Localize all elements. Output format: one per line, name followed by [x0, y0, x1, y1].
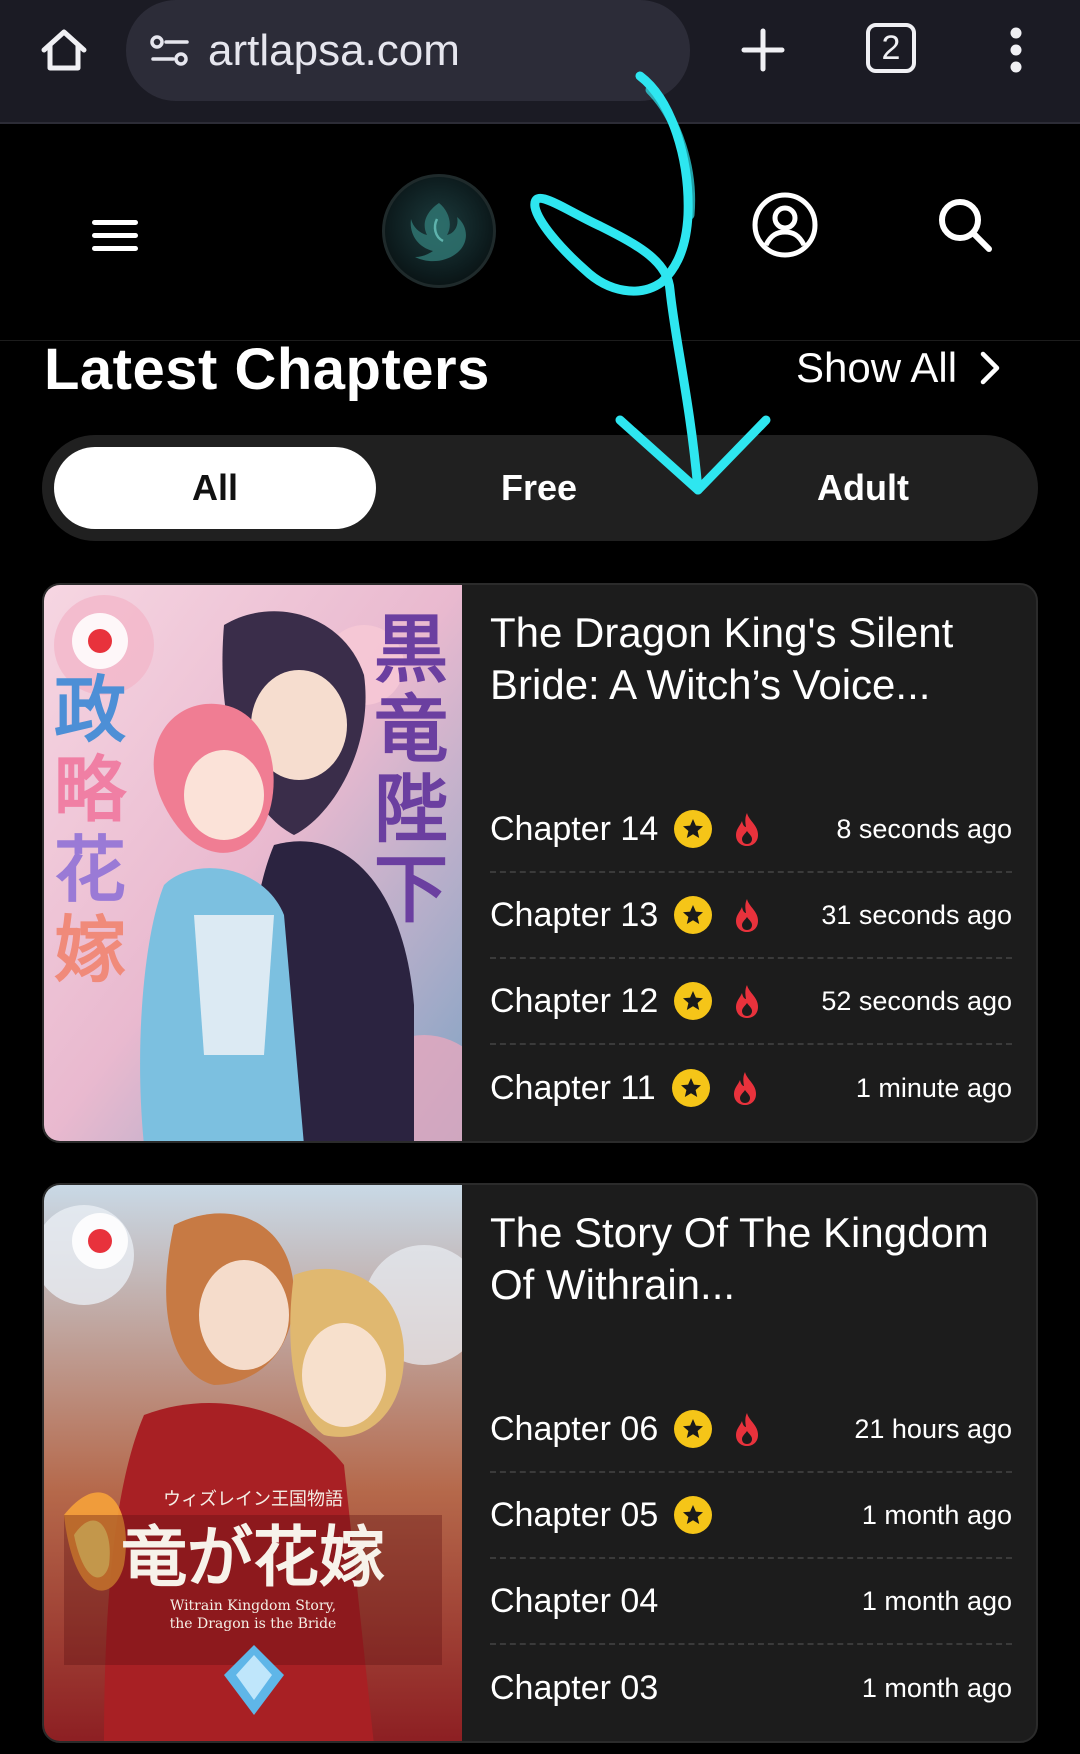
series-title[interactable]: The Dragon King's Silent Bride: A Witch’… [490, 607, 1010, 711]
chapter-time: 1 month ago [861, 1585, 1012, 1616]
section-title: Latest Chapters [44, 337, 490, 402]
chapter-label[interactable]: Chapter 05 [490, 1496, 658, 1535]
chapter-row[interactable]: Chapter 06 21 hours ago [490, 1387, 1012, 1473]
svg-text:下: 下 [374, 847, 448, 933]
status-dot-badge [72, 613, 128, 669]
svg-text:嫁: 嫁 [54, 907, 126, 992]
star-icon [674, 810, 713, 848]
chapter-list: Chapter 06 21 hours ago Chapter 05 1 mon… [490, 1387, 1012, 1731]
chapter-label[interactable]: Chapter 03 [490, 1669, 658, 1708]
svg-text:竜が花嫁: 竜が花嫁 [121, 1518, 385, 1596]
fire-icon [730, 982, 764, 1020]
more-vert-icon [1010, 27, 1022, 73]
search-icon [939, 199, 992, 252]
browser-toolbar: artlapsa.com 2 [0, 0, 1080, 124]
svg-text:the Dragon is the Bride: the Dragon is the Bride [170, 1616, 337, 1632]
fire-icon [730, 1410, 764, 1448]
svg-text:陛: 陛 [374, 767, 448, 853]
svg-text:政: 政 [54, 667, 126, 752]
account-button[interactable] [748, 188, 822, 262]
address-bar[interactable]: artlapsa.com [126, 0, 690, 101]
svg-text:略: 略 [54, 747, 128, 832]
plus-icon [741, 28, 785, 72]
series-title[interactable]: The Story Of The Kingdom Of Withrain... [490, 1207, 1010, 1311]
tab-switcher-button[interactable]: 2 [866, 23, 916, 73]
chevron-right-icon [980, 351, 1000, 385]
star-icon [671, 1069, 710, 1107]
chapter-row[interactable]: Chapter 14 8 seconds ago [490, 787, 1012, 873]
chapter-label[interactable]: Chapter 06 [490, 1410, 658, 1449]
series-cover-image[interactable]: 政 略 花 嫁 黒 竜 陛 下 [44, 585, 494, 1141]
tab-count: 2 [881, 28, 901, 67]
chapter-row[interactable]: Chapter 11 1 minute ago [490, 1045, 1012, 1131]
chapter-label[interactable]: Chapter 11 [490, 1069, 656, 1108]
chapter-time: 1 month ago [861, 1672, 1012, 1703]
chapter-label[interactable]: Chapter 13 [490, 896, 658, 935]
series-cover-image[interactable]: ウィズレイン王国物語 竜が花嫁 Witrain Kingdom Story, t… [44, 1185, 484, 1741]
chapter-row[interactable]: Chapter 04 1 month ago [490, 1559, 1012, 1645]
menu-button[interactable] [80, 206, 150, 266]
show-all-link[interactable]: Show All [796, 344, 1001, 392]
site-logo[interactable] [382, 174, 496, 288]
star-icon [674, 896, 713, 934]
chapter-time: 52 seconds ago [821, 985, 1012, 1016]
svg-text:花: 花 [54, 827, 126, 912]
home-button[interactable] [34, 20, 94, 80]
chapter-row[interactable]: Chapter 05 1 month ago [490, 1473, 1012, 1559]
fire-icon [730, 810, 764, 848]
chapter-row[interactable]: Chapter 12 52 seconds ago [490, 959, 1012, 1045]
svg-text:ウィズレイン王国物語: ウィズレイン王国物語 [163, 1489, 343, 1510]
series-card[interactable]: ウィズレイン王国物語 竜が花嫁 Witrain Kingdom Story, t… [42, 1183, 1038, 1743]
home-icon [41, 29, 87, 71]
series-card[interactable]: 政 略 花 嫁 黒 竜 陛 下 The Dragon King's Silent… [42, 583, 1038, 1143]
tab-free[interactable]: Free [378, 447, 700, 529]
chapter-time: 31 seconds ago [821, 899, 1012, 930]
search-button[interactable] [930, 188, 1000, 262]
chapter-row[interactable]: Chapter 13 31 seconds ago [490, 873, 1012, 959]
chapter-list: Chapter 14 8 seconds ago Chapter 13 31 s… [490, 787, 1012, 1131]
chapter-time: 1 month ago [861, 1499, 1012, 1530]
tab-all[interactable]: All [54, 447, 376, 529]
fire-icon [728, 1069, 762, 1107]
status-dot-badge [72, 1213, 128, 1269]
chapter-time: 21 hours ago [854, 1413, 1012, 1444]
star-icon [674, 1496, 713, 1534]
show-all-label[interactable]: Show All [796, 344, 957, 392]
star-icon [674, 982, 713, 1020]
filter-tabs: All Free Adult [42, 435, 1038, 541]
browser-menu-button[interactable] [996, 20, 1036, 80]
svg-text:黒: 黒 [374, 607, 448, 693]
chapter-time: 1 minute ago [855, 1072, 1012, 1103]
site-settings-icon[interactable] [148, 29, 192, 73]
chapter-label[interactable]: Chapter 04 [490, 1582, 658, 1621]
star-icon [674, 1410, 713, 1448]
svg-text:Witrain Kingdom Story,: Witrain Kingdom Story, [170, 1598, 336, 1614]
tab-adult[interactable]: Adult [702, 447, 1024, 529]
svg-text:竜: 竜 [374, 687, 448, 773]
url-text[interactable]: artlapsa.com [208, 26, 460, 76]
user-circle-icon [752, 192, 818, 258]
hamburger-icon [92, 220, 138, 251]
chapter-time: 8 seconds ago [836, 813, 1012, 844]
chapter-label[interactable]: Chapter 14 [490, 810, 658, 849]
new-tab-button[interactable] [733, 20, 793, 80]
phoenix-logo-icon [410, 203, 466, 262]
fire-icon [730, 896, 764, 934]
chapter-row[interactable]: Chapter 03 1 month ago [490, 1645, 1012, 1731]
site-header [0, 124, 1080, 341]
chapter-label[interactable]: Chapter 12 [490, 982, 658, 1021]
